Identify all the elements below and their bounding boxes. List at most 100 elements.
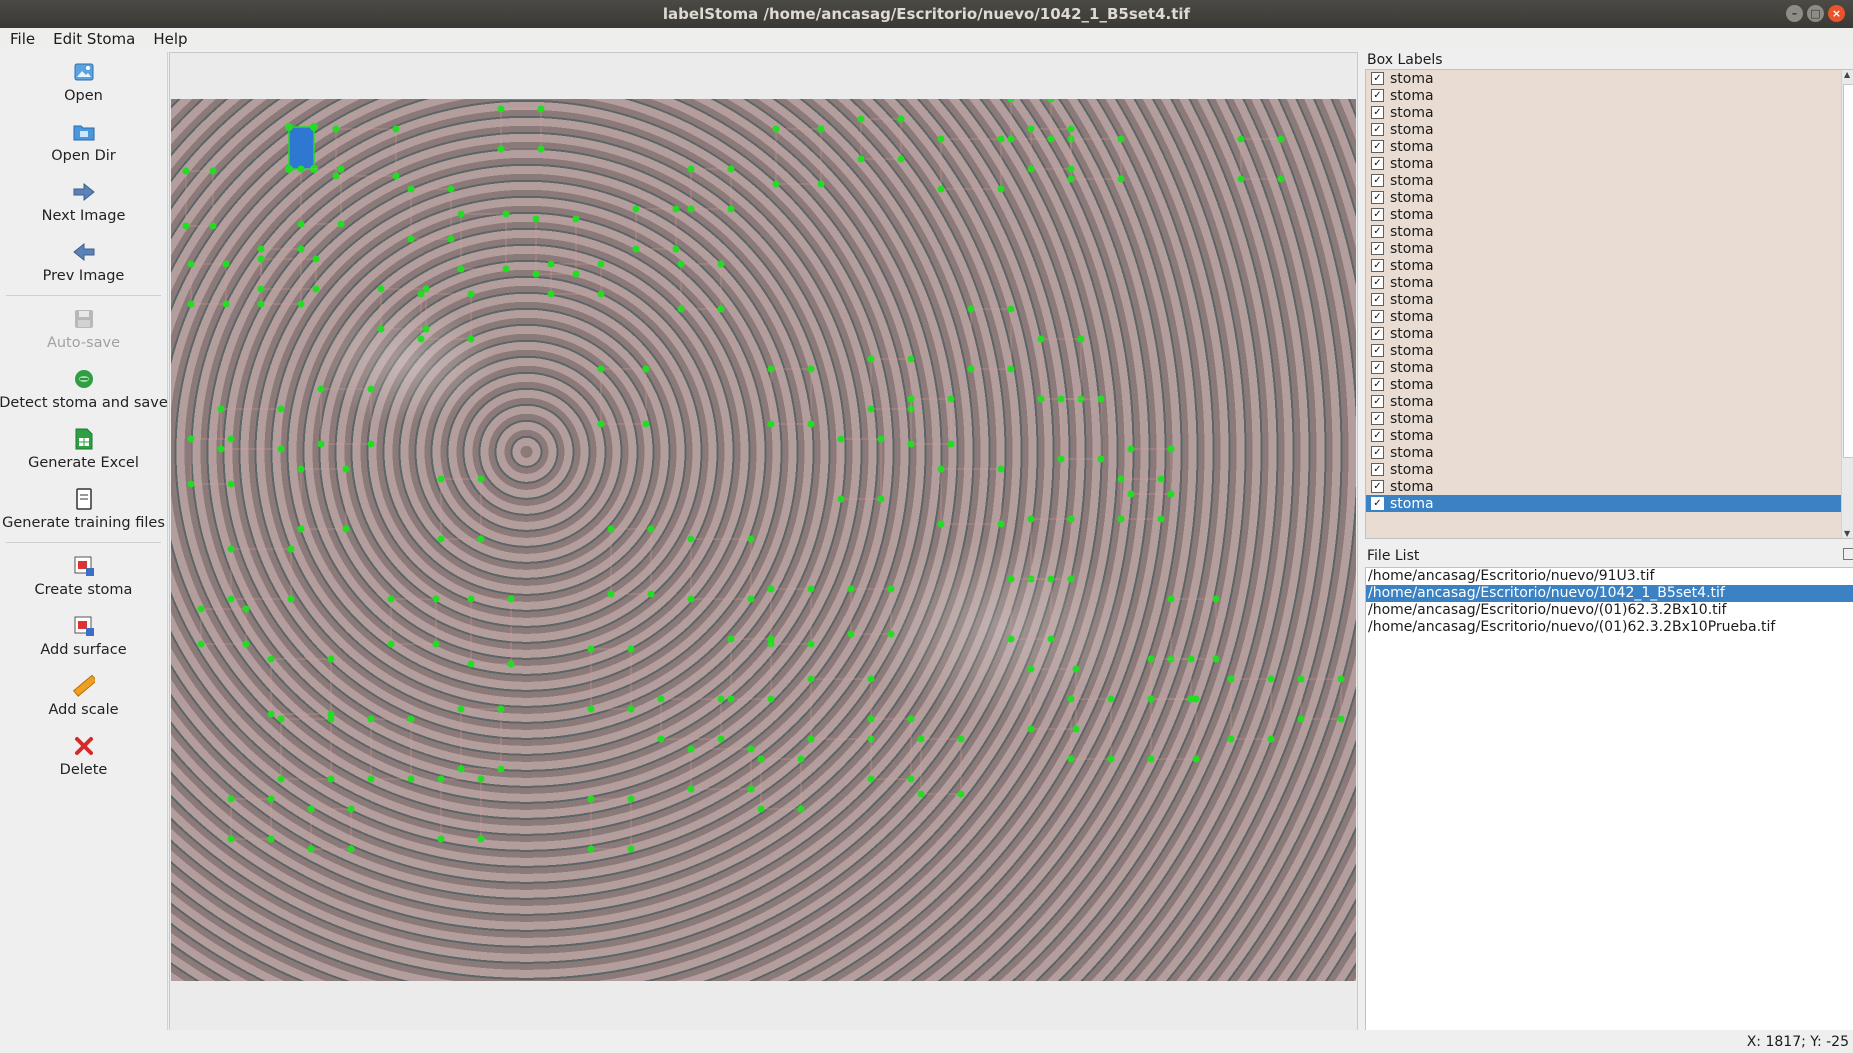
scroll-down-icon[interactable]: ▼ — [1844, 529, 1850, 538]
box-label-item[interactable]: ✓ stoma — [1366, 427, 1853, 444]
box-corner-handle[interactable] — [867, 775, 875, 783]
label-checkbox[interactable]: ✓ — [1371, 463, 1384, 476]
box-corner-handle[interactable] — [502, 210, 510, 218]
box-corner-handle[interactable] — [1067, 515, 1075, 523]
box-corner-handle[interactable] — [1067, 695, 1075, 703]
box-corner-handle[interactable] — [1047, 575, 1055, 583]
box-corner-handle[interactable] — [297, 525, 305, 533]
box-labels-list[interactable]: ✓ stoma ✓ stoma ✓ stoma ✓ stoma ✓ stoma ✓ stoma ✓ sto… — [1365, 69, 1853, 539]
generate-training-button[interactable]: Generate training files — [0, 479, 167, 539]
box-corner-handle[interactable] — [897, 115, 905, 123]
stoma-box[interactable] — [1070, 138, 1122, 180]
stoma-box[interactable] — [940, 468, 1002, 525]
box-corner-handle[interactable] — [317, 440, 325, 448]
stoma-box[interactable] — [610, 528, 652, 595]
box-label-item[interactable]: ✓ stoma — [1366, 410, 1853, 427]
box-corner-handle[interactable] — [1157, 475, 1165, 483]
label-checkbox[interactable]: ✓ — [1371, 497, 1384, 510]
stoma-box[interactable] — [690, 168, 732, 210]
box-corner-handle[interactable] — [497, 105, 505, 113]
box-corner-handle[interactable] — [887, 585, 895, 593]
stoma-box[interactable] — [1300, 678, 1342, 720]
label-checkbox[interactable]: ✓ — [1371, 123, 1384, 136]
box-corner-handle[interactable] — [1072, 665, 1080, 673]
box-corner-handle[interactable] — [327, 655, 335, 663]
box-corner-handle[interactable] — [772, 180, 780, 188]
box-corner-handle[interactable] — [457, 705, 465, 713]
box-corner-handle[interactable] — [997, 520, 1005, 528]
box-corner-handle[interactable] — [857, 115, 865, 123]
box-corner-handle[interactable] — [337, 220, 345, 228]
box-corner-handle[interactable] — [1067, 165, 1075, 173]
box-corner-handle[interactable] — [917, 735, 925, 743]
box-corner-handle[interactable] — [307, 805, 315, 813]
box-corner-handle[interactable] — [647, 525, 655, 533]
box-corner-handle[interactable] — [257, 300, 265, 308]
box-label-item[interactable]: ✓ stoma — [1366, 87, 1853, 104]
box-corner-handle[interactable] — [1117, 135, 1125, 143]
stoma-box[interactable] — [860, 118, 902, 160]
label-checkbox[interactable]: ✓ — [1371, 446, 1384, 459]
box-corner-handle[interactable] — [307, 845, 315, 853]
box-corner-handle[interactable] — [217, 405, 225, 413]
box-corner-handle[interactable] — [497, 705, 505, 713]
box-corner-handle[interactable] — [447, 185, 455, 193]
detect-stoma-button[interactable]: Detect stoma and save — [0, 359, 168, 419]
label-checkbox[interactable]: ✓ — [1371, 293, 1384, 306]
box-label-item[interactable]: ✓ stoma — [1366, 308, 1853, 325]
box-corner-handle[interactable] — [367, 440, 375, 448]
box-corner-handle[interactable] — [997, 185, 1005, 193]
box-corner-handle[interactable] — [587, 795, 595, 803]
box-corner-handle[interactable] — [1007, 575, 1015, 583]
stoma-box-handles[interactable] — [182, 99, 1345, 853]
box-corner-handle[interactable] — [187, 480, 195, 488]
box-corner-handle[interactable] — [807, 640, 815, 648]
box-corner-handle[interactable] — [347, 805, 355, 813]
box-corner-handle[interactable] — [687, 535, 695, 543]
box-labels-scrollbar[interactable]: ▲ ▼ — [1841, 70, 1853, 538]
box-corner-handle[interactable] — [297, 220, 305, 228]
box-corner-handle[interactable] — [477, 475, 485, 483]
box-corner-handle[interactable] — [467, 335, 475, 343]
box-corner-handle[interactable] — [1187, 655, 1195, 663]
stoma-box[interactable] — [1150, 698, 1197, 760]
box-corner-handle[interactable] — [1057, 455, 1065, 463]
box-corner-handle[interactable] — [297, 465, 305, 473]
box-corner-handle[interactable] — [747, 745, 755, 753]
minimize-icon[interactable]: – — [1786, 5, 1803, 22]
box-corner-handle[interactable] — [907, 355, 915, 363]
box-corner-handle[interactable] — [1337, 675, 1345, 683]
box-corner-handle[interactable] — [907, 440, 915, 448]
box-corner-handle[interactable] — [197, 605, 205, 613]
box-corner-handle[interactable] — [312, 285, 320, 293]
box-corner-handle[interactable] — [587, 645, 595, 653]
box-corner-handle[interactable] — [209, 167, 217, 175]
box-corner-handle[interactable] — [837, 495, 845, 503]
box-corner-handle[interactable] — [1187, 695, 1195, 703]
box-corner-handle[interactable] — [1027, 165, 1035, 173]
box-corner-handle[interactable] — [747, 595, 755, 603]
box-corner-handle[interactable] — [627, 705, 635, 713]
box-label-item[interactable]: ✓ stoma — [1366, 121, 1853, 138]
stoma-box[interactable] — [370, 718, 412, 780]
label-checkbox[interactable]: ✓ — [1371, 412, 1384, 425]
stoma-box[interactable] — [1240, 138, 1282, 180]
box-corner-handle[interactable] — [242, 605, 250, 613]
box-corner-handle[interactable] — [647, 590, 655, 598]
image-canvas[interactable] — [169, 52, 1358, 1032]
box-corner-handle[interactable] — [1147, 695, 1155, 703]
box-corner-handle[interactable] — [422, 325, 430, 333]
box-corner-handle[interactable] — [1227, 735, 1235, 743]
stoma-box[interactable] — [1030, 518, 1072, 580]
selected-stoma-box[interactable] — [285, 123, 318, 173]
stoma-box[interactable] — [335, 128, 397, 177]
stoma-box[interactable] — [470, 598, 512, 665]
box-corner-handle[interactable] — [767, 365, 775, 373]
stoma-box[interactable] — [185, 170, 214, 227]
box-corner-handle[interactable] — [847, 585, 855, 593]
box-corner-handle[interactable] — [342, 525, 350, 533]
box-corner-handle[interactable] — [317, 385, 325, 393]
box-label-item[interactable]: ✓ stoma — [1366, 206, 1853, 223]
box-corner-handle[interactable] — [392, 125, 400, 133]
stoma-box[interactable] — [460, 213, 507, 270]
